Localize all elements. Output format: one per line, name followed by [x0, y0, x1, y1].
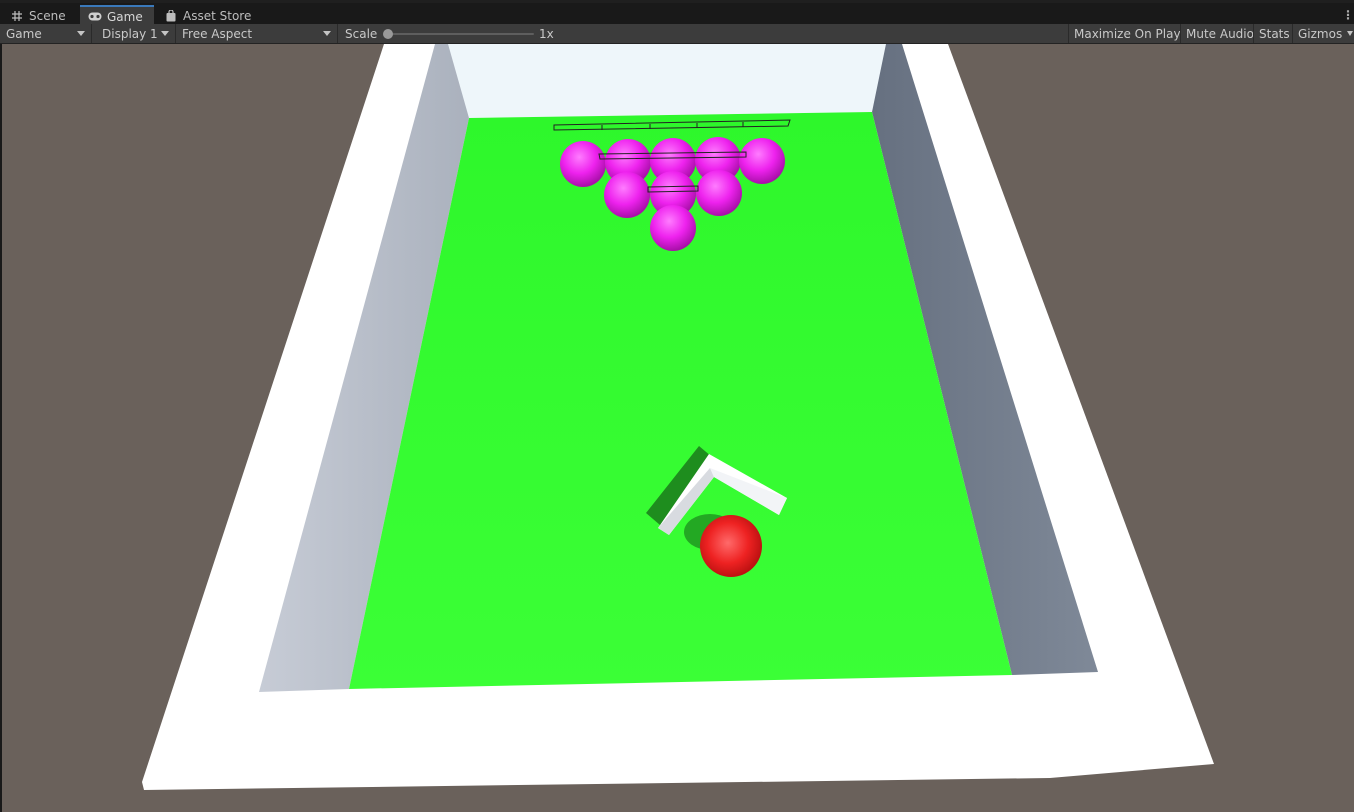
tab-scene-label: Scene [29, 8, 66, 23]
gamepad-icon [88, 11, 102, 23]
target-ball [739, 138, 785, 184]
tab-game[interactable]: Game [80, 5, 154, 26]
view-dropdown[interactable]: Game [0, 24, 92, 43]
back-wall [446, 44, 888, 118]
chevron-down-icon [77, 31, 85, 36]
target-ball [696, 170, 742, 216]
aspect-dropdown[interactable]: Free Aspect [176, 24, 338, 43]
stats-label: Stats [1259, 26, 1290, 41]
maximize-on-play-toggle[interactable]: Maximize On Play [1068, 24, 1186, 43]
tab-game-label: Game [107, 9, 143, 24]
display-dropdown-label: Display 1 [102, 26, 158, 41]
scale-slider-track[interactable] [388, 33, 534, 35]
chevron-down-icon [161, 31, 169, 36]
cue-ball [700, 515, 762, 577]
tab-asset-store-label: Asset Store [183, 8, 252, 23]
gizmos-toggle[interactable]: Gizmos [1292, 24, 1354, 43]
scale-label: Scale [339, 24, 383, 43]
display-dropdown[interactable]: Display 1 [96, 24, 176, 43]
target-ball [650, 205, 696, 251]
gizmos-label: Gizmos [1298, 26, 1343, 41]
shopping-bag-icon [164, 9, 178, 22]
mute-audio-label: Mute Audio [1186, 26, 1254, 41]
scale-value-text: 1x [539, 26, 554, 41]
stats-toggle[interactable]: Stats [1253, 24, 1295, 43]
maximize-on-play-label: Maximize On Play [1074, 26, 1181, 41]
chevron-down-icon [323, 31, 331, 36]
game-view-viewport[interactable] [0, 44, 1354, 812]
scale-value: 1x [533, 24, 560, 43]
chevron-down-icon [1347, 31, 1353, 36]
game-scene-render [142, 44, 1214, 790]
target-ball [604, 172, 650, 218]
aspect-dropdown-label: Free Aspect [182, 26, 253, 41]
editor-tab-bar: Scene Game Asset Store ⋮ [0, 0, 1354, 26]
view-dropdown-label: Game [6, 26, 42, 41]
more-options-icon[interactable]: ⋮ [1342, 7, 1354, 23]
tab-asset-store[interactable]: Asset Store [156, 5, 259, 26]
mute-audio-toggle[interactable]: Mute Audio [1180, 24, 1259, 43]
scale-label-text: Scale [345, 26, 378, 41]
grid-icon [10, 10, 24, 22]
tab-scene[interactable]: Scene [2, 5, 74, 26]
scale-slider-handle[interactable] [383, 29, 393, 39]
target-ball [560, 141, 606, 187]
